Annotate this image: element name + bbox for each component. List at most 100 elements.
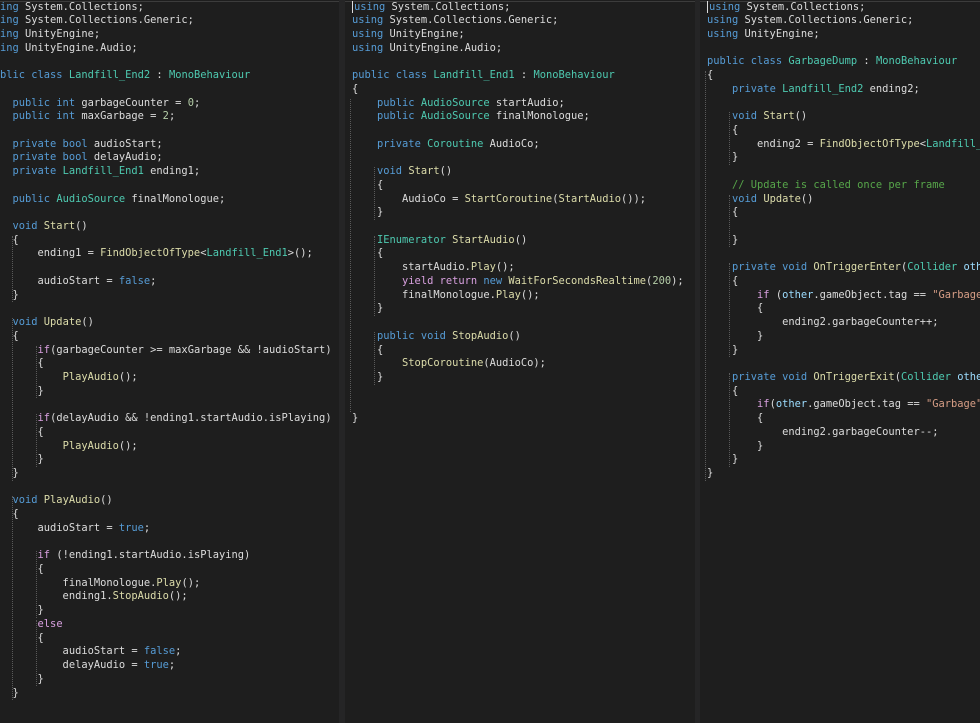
code-line[interactable]: } [0, 453, 44, 467]
code-line[interactable]: } [352, 302, 383, 316]
code-line[interactable]: ending2.garbageCounter++; [707, 316, 938, 330]
code-line[interactable]: public void StopAudio() [352, 330, 521, 344]
code-line[interactable]: } [0, 467, 19, 481]
code-pane-garbage-dump[interactable]: using System.Collections; using System.Co… [700, 0, 980, 723]
code-line[interactable]: } [352, 371, 383, 385]
code-line[interactable]: { [0, 632, 44, 646]
code-line[interactable]: public class GarbageDump : MonoBehaviour [707, 55, 957, 69]
code-line[interactable]: { [0, 426, 44, 440]
code-line[interactable]: } [352, 412, 358, 426]
code-line[interactable]: { [0, 508, 19, 522]
code-line[interactable]: ending1 = FindObjectOfType<Landfill_End1… [0, 247, 313, 261]
code-line[interactable]: } [352, 206, 383, 220]
code-line[interactable]: using UnityEngine; [352, 28, 465, 42]
code-line[interactable]: private bool delayAudio; [0, 151, 163, 165]
code-line[interactable]: PlayAudio(); [0, 440, 138, 454]
code-line[interactable]: void Start() [0, 220, 88, 234]
code-line[interactable]: { [0, 563, 44, 577]
code-line[interactable]: void PlayAudio() [0, 494, 113, 508]
code-line[interactable]: } [707, 453, 738, 467]
code-line[interactable]: audioStart = true; [0, 522, 151, 536]
code-line[interactable]: { [352, 179, 383, 193]
code-line[interactable]: using System.Collections.Generic; [707, 14, 913, 28]
code-line[interactable]: if (!ending1.startAudio.isPlaying) [0, 549, 251, 563]
code-line[interactable]: private Coroutine AudioCo; [352, 138, 540, 152]
code-line[interactable]: delayAudio = true; [0, 659, 176, 673]
code-line[interactable]: AudioCo = StartCoroutine(StartAudio()); [352, 193, 646, 207]
code-line[interactable]: using System.Collections; [352, 0, 510, 15]
code-line[interactable]: StopCoroutine(AudioCo); [352, 357, 546, 371]
code-pane-landfill-end2[interactable]: ing System.Collections; ing System.Collec… [0, 0, 339, 723]
code-line[interactable]: } [707, 467, 713, 481]
code-line[interactable]: // Update is called once per frame [707, 179, 945, 193]
code-line[interactable]: } [0, 385, 44, 399]
code-line[interactable]: ing UnityEngine; [0, 28, 100, 42]
code-line[interactable]: void Start() [352, 165, 452, 179]
code-line[interactable]: { [352, 247, 383, 261]
code-line[interactable]: using UnityEngine; [707, 28, 820, 42]
code-line[interactable]: public AudioSource finalMonologue; [352, 110, 590, 124]
code-line[interactable]: private Landfill_End1 ending1; [0, 165, 201, 179]
code-line[interactable]: void Update() [0, 316, 94, 330]
code-line[interactable]: { [0, 330, 19, 344]
code-line[interactable]: } [707, 344, 738, 358]
code-line[interactable]: { [707, 385, 738, 399]
code-line[interactable]: audioStart = false; [0, 275, 157, 289]
code-line[interactable]: else [0, 618, 63, 632]
code-line[interactable]: private void OnTriggerExit(Collider othe… [707, 371, 980, 385]
code-line[interactable]: } [707, 234, 738, 248]
code-line[interactable]: audioStart = false; [0, 645, 182, 659]
code-line[interactable]: finalMonologue.Play(); [352, 289, 540, 303]
code-token: ; [168, 659, 176, 672]
code-line[interactable]: finalMonologue.Play(); [0, 577, 201, 591]
code-line[interactable]: ing UnityEngine.Audio; [0, 42, 138, 56]
code-line[interactable]: { [707, 275, 738, 289]
code-line[interactable]: yield return new WaitForSecondsRealtime(… [352, 275, 684, 289]
code-line[interactable]: { [707, 412, 763, 426]
code-line[interactable]: if(other.gameObject.tag == "Garbage") [707, 398, 980, 412]
code-line[interactable]: { [707, 124, 738, 138]
code-token: using [352, 41, 384, 54]
code-line[interactable]: if(garbageCounter >= maxGarbage && !audi… [0, 344, 332, 358]
code-line[interactable]: ing System.Collections.Generic; [0, 14, 194, 28]
code-line[interactable]: { [352, 344, 383, 358]
code-line[interactable]: public int maxGarbage = 2; [0, 110, 176, 124]
code-line[interactable]: IEnumerator StartAudio() [352, 234, 527, 248]
code-line[interactable]: { [0, 357, 44, 371]
code-line[interactable]: ending2 = FindObjectOfType<Landfill_End [707, 138, 980, 152]
code-pane-landfill-end1[interactable]: using System.Collections; using System.Co… [345, 0, 695, 723]
code-line[interactable]: private void OnTriggerEnter(Collider oth… [707, 261, 980, 275]
code-line[interactable]: using System.Collections; [707, 0, 865, 15]
code-line[interactable]: { [707, 69, 713, 83]
code-line[interactable]: public class Landfill_End1 : MonoBehavio… [352, 69, 615, 83]
code-line[interactable]: blic class Landfill_End2 : MonoBehaviour [0, 69, 250, 83]
code-line[interactable]: startAudio.Play(); [352, 261, 515, 275]
code-line[interactable]: { [707, 206, 738, 220]
code-token: (garbageCounter >= maxGarbage && !audioS… [50, 343, 332, 356]
code-line[interactable]: } [0, 687, 19, 701]
code-line[interactable]: { [352, 83, 358, 97]
code-line[interactable]: PlayAudio(); [0, 371, 138, 385]
code-line[interactable]: { [707, 302, 763, 316]
code-line[interactable]: public int garbageCounter = 0; [0, 97, 201, 111]
code-line[interactable]: if (other.gameObject.tag == "Garbage") [707, 289, 980, 303]
code-line[interactable]: } [0, 673, 44, 687]
code-line[interactable]: private Landfill_End2 ending2; [707, 83, 920, 97]
code-line[interactable]: public AudioSource startAudio; [352, 97, 565, 111]
code-line[interactable]: private bool audioStart; [0, 138, 163, 152]
code-line[interactable]: } [707, 440, 763, 454]
code-line[interactable]: } [707, 151, 738, 165]
code-line[interactable]: void Update() [707, 193, 813, 207]
code-line[interactable]: { [0, 234, 19, 248]
code-line[interactable]: using System.Collections.Generic; [352, 14, 558, 28]
code-line[interactable]: ending2.garbageCounter--; [707, 426, 938, 440]
code-line[interactable]: } [0, 604, 44, 618]
code-line[interactable]: if(delayAudio && !ending1.startAudio.isP… [0, 412, 332, 426]
code-line[interactable]: } [0, 289, 19, 303]
code-line[interactable]: ending1.StopAudio(); [0, 590, 188, 604]
code-line[interactable]: ing System.Collections; [0, 1, 144, 15]
code-line[interactable]: using UnityEngine.Audio; [352, 42, 502, 56]
code-line[interactable]: public AudioSource finalMonologue; [0, 193, 226, 207]
code-line[interactable]: } [707, 330, 763, 344]
code-line[interactable]: void Start() [707, 110, 807, 124]
